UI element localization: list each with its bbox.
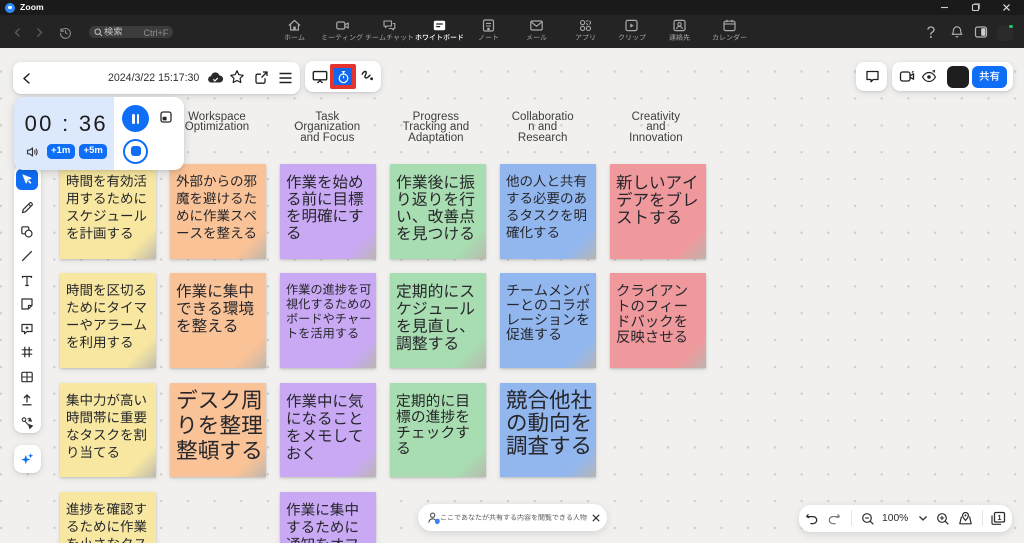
- svg-text:1: 1: [997, 513, 1001, 522]
